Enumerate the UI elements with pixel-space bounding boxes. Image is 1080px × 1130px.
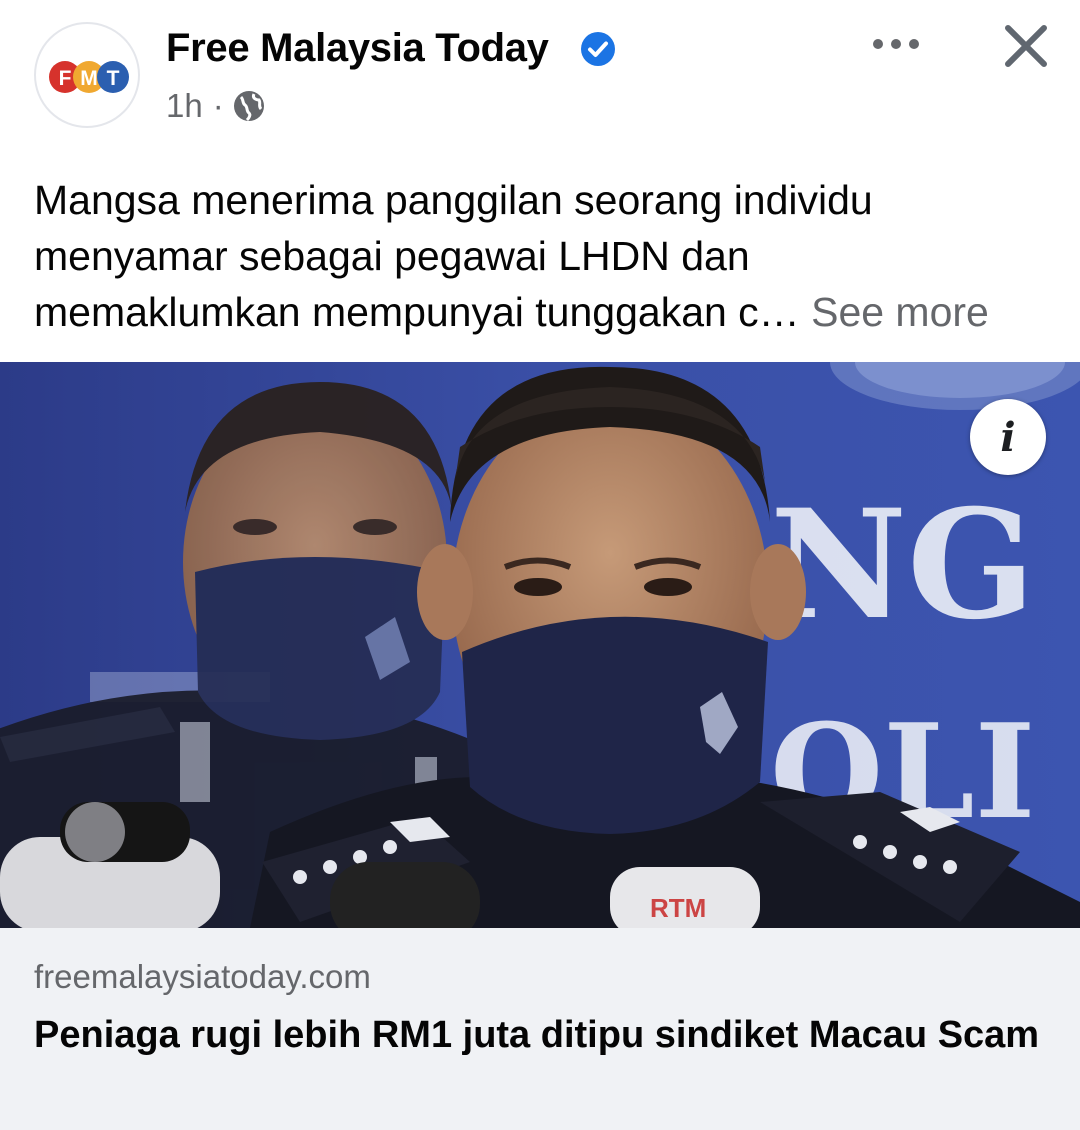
post-text-line-3: memaklumkan mempunyai tunggakan c… See m…: [34, 284, 1054, 340]
link-domain: freemalaysiatoday.com: [34, 958, 371, 995]
more-options-icon[interactable]: [866, 24, 926, 64]
link-headline[interactable]: Peniaga rugi lebih RM1 juta ditipu sindi…: [34, 1008, 1044, 1062]
post-message: Mangsa menerima panggilan seorang indivi…: [34, 172, 1054, 340]
mic-label: RTM: [650, 893, 706, 923]
info-icon[interactable]: i: [970, 399, 1046, 475]
post-header: F M T Free Malaysia Today 1h ·: [0, 0, 1080, 150]
post-text-line-2: menyamar sebagai pegawai LHDN dan: [34, 233, 750, 279]
backdrop-text-1: NG M: [770, 477, 1080, 653]
svg-text:F: F: [59, 67, 72, 90]
post-photo[interactable]: NG M OLI: [0, 362, 1080, 928]
press-conference-photo: NG M OLI: [0, 362, 1080, 928]
post-text-line-1: Mangsa menerima panggilan seorang indivi…: [34, 177, 873, 223]
page-name-link[interactable]: Free Malaysia Today: [166, 24, 549, 72]
meta-separator: ·: [212, 87, 224, 124]
post-text-line-3-text: memaklumkan mempunyai tunggakan c…: [34, 289, 800, 335]
fmt-logo-icon: F M T: [49, 61, 129, 93]
close-icon[interactable]: [998, 18, 1054, 74]
post-timestamp[interactable]: 1h: [166, 87, 203, 125]
post-meta: 1h ·: [166, 84, 266, 128]
globe-icon[interactable]: [232, 89, 266, 123]
svg-text:M: M: [80, 67, 98, 90]
see-more-link[interactable]: See more: [811, 289, 989, 335]
svg-text:T: T: [107, 67, 120, 90]
verified-badge-icon: [581, 32, 615, 66]
page-avatar[interactable]: F M T: [34, 22, 140, 128]
